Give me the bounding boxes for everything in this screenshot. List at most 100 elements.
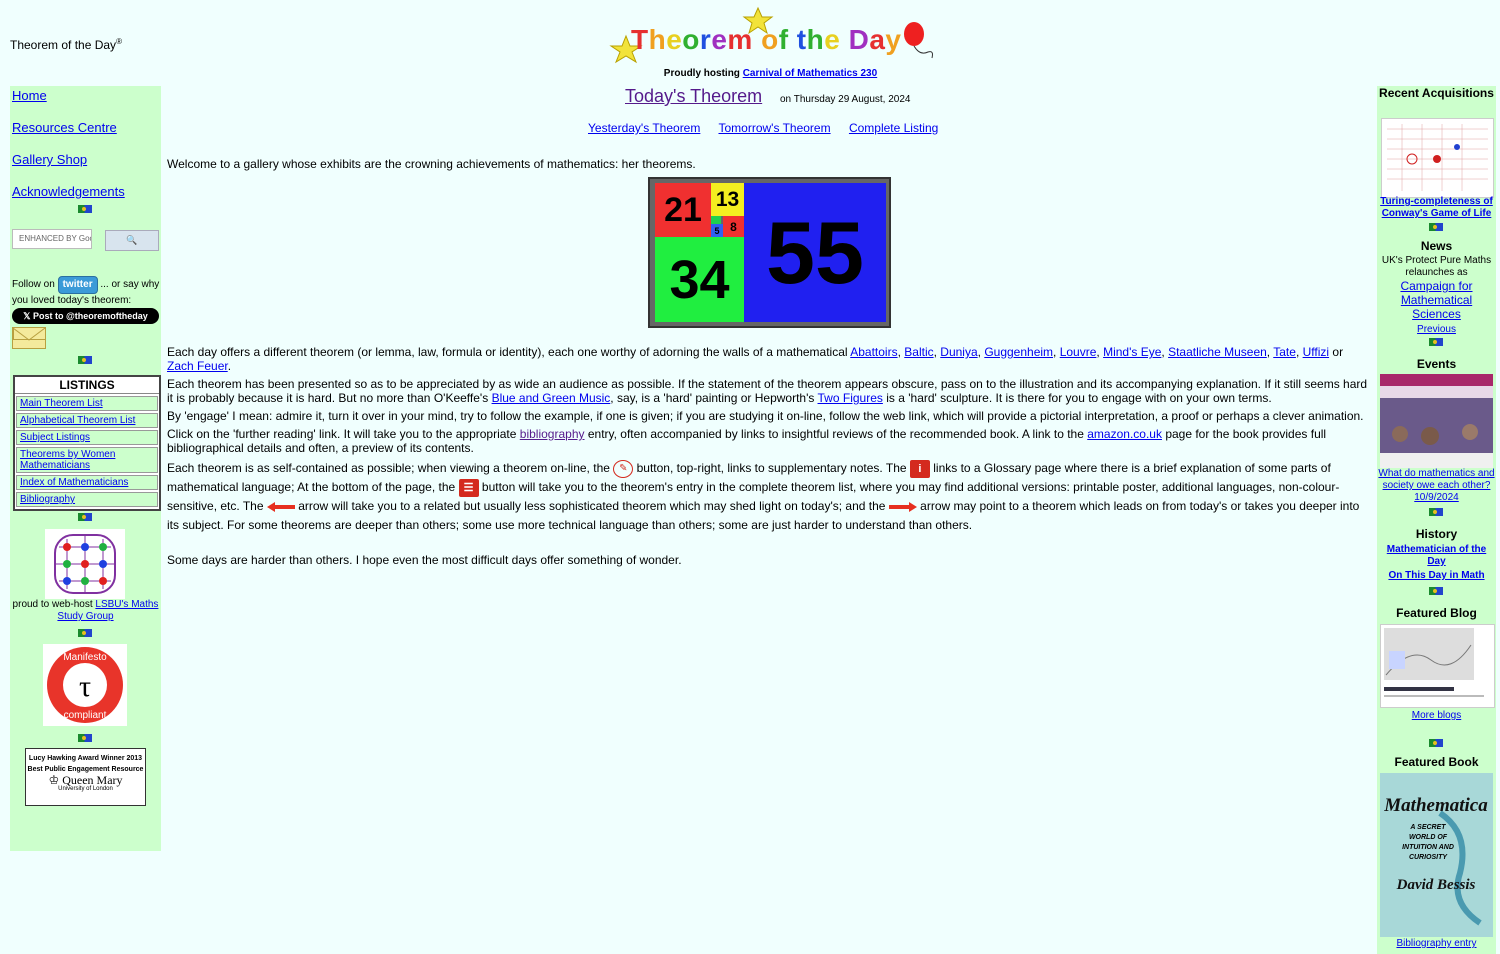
hosting-prefix: Proudly hosting <box>663 68 740 79</box>
follow-prefix: Follow on <box>12 279 55 290</box>
nav-home-link[interactable]: Home <box>12 88 47 103</box>
paragraph-1: Each day offers a different theorem (or … <box>167 345 1344 373</box>
fibonacci-squares-image[interactable]: 21 13 5 8 34 55 <box>648 177 891 328</box>
paragraph-6: Some days are harder than others. I hope… <box>167 553 682 567</box>
featured-blog-thumbnail[interactable] <box>1380 624 1495 708</box>
paragraph-3: By 'engage' I mean: admire it, turn it o… <box>167 409 1364 423</box>
todays-theorem-link[interactable]: Today's Theorem <box>625 86 762 107</box>
separator-flag-icon <box>1429 223 1443 231</box>
museum-link[interactable]: Guggenheim <box>984 345 1053 359</box>
day-navigation: Yesterday's Theorem Tomorrow's Theorem C… <box>588 121 953 135</box>
site-title-text: Theorem of the Day <box>10 38 117 52</box>
twitter-button[interactable]: twitter <box>57 276 98 294</box>
fib-square-8: 8 <box>723 216 744 237</box>
p2-text-c: is a 'hard' sculpture. It is there for y… <box>886 391 1272 405</box>
news-link[interactable]: Campaign for Mathematical Sciences <box>1377 279 1496 321</box>
award-line1: Lucy Hawking Award Winner 2013 <box>28 755 143 762</box>
recent-acquisition-link[interactable]: Turing-completeness of Conway's Game of … <box>1377 196 1496 220</box>
paragraph-4: Click on the 'further reading' link. It … <box>167 427 1370 455</box>
carnival-link[interactable]: Carnival of Mathematics 230 <box>743 68 878 79</box>
qmul-name: Queen Mary <box>62 773 123 787</box>
more-blogs-link[interactable]: More blogs <box>1377 710 1496 722</box>
info-icon: i <box>909 459 930 478</box>
blue-green-music-link[interactable]: Blue and Green Music <box>492 391 611 405</box>
listings-title: LISTINGS <box>15 377 159 394</box>
recent-acquisition-thumbnail[interactable] <box>1381 118 1494 198</box>
p1-or: or <box>1332 345 1344 359</box>
news-previous-link[interactable]: Previous <box>1377 324 1496 336</box>
left-arrow-icon <box>266 501 295 512</box>
complete-listing-link[interactable]: Complete Listing <box>849 121 938 135</box>
fib-square-21: 21 <box>655 183 711 237</box>
yesterdays-theorem-link[interactable]: Yesterday's Theorem <box>588 121 700 135</box>
lsbu-text: proud to web-host LSBU's Maths Study Gro… <box>10 599 161 623</box>
on-this-day-link[interactable]: On This Day in Math <box>1377 570 1496 582</box>
list-icon: ☰ <box>458 478 479 497</box>
separator-flag-icon <box>1429 739 1443 747</box>
listing-alphabetical[interactable]: Alphabetical Theorem List <box>20 415 135 426</box>
post-to-x-button[interactable]: 𝕏 Post to @theoremoftheday <box>12 308 159 324</box>
search-button[interactable]: 🔍 <box>105 230 159 251</box>
p4-text-b: entry, often accompanied by links to ins… <box>587 427 1084 441</box>
museum-link[interactable]: Baltic <box>904 345 933 359</box>
email-icon[interactable] <box>12 327 46 349</box>
museum-link[interactable]: Abattoirs <box>850 345 897 359</box>
museum-link[interactable]: Tate <box>1273 345 1296 359</box>
nav-gallery-shop-link[interactable]: Gallery Shop <box>12 152 87 167</box>
news-text: UK's Protect Pure Maths relaunches as <box>1381 255 1492 278</box>
separator-flag-icon <box>1429 338 1443 346</box>
search-input[interactable]: ENHANCED BY Google <box>12 229 92 249</box>
museum-link[interactable]: Uffizi <box>1303 345 1329 359</box>
listing-bibliography[interactable]: Bibliography <box>20 494 75 505</box>
qmul-award-badge[interactable]: Lucy Hawking Award Winner 2013 Best Publ… <box>25 748 146 806</box>
separator-flag-icon <box>78 513 92 521</box>
manifesto-top-text: Manifesto <box>63 652 107 663</box>
fib-square-13: 13 <box>711 183 744 216</box>
crown-icon: ♔ <box>48 773 63 787</box>
listing-subjects[interactable]: Subject Listings <box>20 432 90 443</box>
fib-square-34: 34 <box>655 237 744 322</box>
site-logo[interactable]: Theorem of the Day <box>598 6 943 72</box>
listing-index-mathematicians[interactable]: Index of Mathematicians <box>20 477 128 488</box>
right-sidebar: Recent Acquisitions Turing-completeness … <box>1377 86 1496 954</box>
bibliography-link[interactable]: bibliography <box>520 427 585 441</box>
listing-women-mathematicians[interactable]: Theorems by Women Mathematicians <box>20 449 115 471</box>
tau-manifesto-badge[interactable]: τ Manifesto compliant <box>43 644 127 726</box>
two-figures-link[interactable]: Two Figures <box>818 391 883 405</box>
lsbu-logo[interactable] <box>45 529 125 599</box>
nav-resources-link[interactable]: Resources Centre <box>12 120 117 135</box>
hosting-line: Proudly hosting Carnival of Mathematics … <box>598 68 943 79</box>
museum-link[interactable]: Staatliche Museen <box>1168 345 1267 359</box>
listing-main-theorem-list[interactable]: Main Theorem List <box>20 398 103 409</box>
book-bibliography-link[interactable]: Bibliography entry <box>1377 938 1496 950</box>
museum-link[interactable]: Duniya <box>940 345 977 359</box>
nav-acknowledgements-link[interactable]: Acknowledgements <box>12 184 125 199</box>
pen-icon: ✎ <box>613 459 634 478</box>
separator-flag-icon <box>1429 587 1443 595</box>
book-cover-subtitle: A SECRET WORLD OF INTUITION AND CURIOSIT… <box>1402 824 1454 861</box>
fib-square-55: 55 <box>744 183 886 322</box>
museum-link[interactable]: Louvre <box>1060 345 1097 359</box>
featured-blog-title: Featured Blog <box>1396 606 1477 620</box>
book-cover-author: David Bessis <box>1396 877 1476 893</box>
events-link[interactable]: What do mathematics and society owe each… <box>1377 468 1496 504</box>
events-thumbnail[interactable] <box>1380 374 1493 468</box>
featured-book-cover[interactable]: Mathematica A SECRET WORLD OF INTUITION … <box>1380 773 1493 937</box>
amazon-link[interactable]: amazon.co.uk <box>1087 427 1162 441</box>
separator-flag-icon <box>78 356 92 364</box>
p5-text-b: button, top-right, links to supplementar… <box>636 461 907 475</box>
qmul-sub: University of London <box>58 786 113 792</box>
featured-book-title: Featured Book <box>1394 755 1479 769</box>
paragraph-5: Each theorem is as self-contained as pos… <box>167 459 1370 535</box>
manifesto-bottom-text: compliant <box>64 710 107 721</box>
mathematician-of-day-link[interactable]: Mathematician of the Day <box>1377 544 1496 568</box>
search-icon: 🔍 <box>126 235 138 245</box>
museum-link[interactable]: Mind's Eye <box>1103 345 1161 359</box>
tomorrows-theorem-link[interactable]: Tomorrow's Theorem <box>718 121 830 135</box>
news-title: News <box>1420 239 1453 253</box>
zach-feuer-link[interactable]: Zach Feuer <box>167 359 228 373</box>
separator-flag-icon <box>1429 508 1443 516</box>
post-button-label: Post to @theoremoftheday <box>32 311 148 321</box>
site-title: Theorem of the Day® <box>10 37 122 52</box>
fib-square-small <box>711 216 721 224</box>
